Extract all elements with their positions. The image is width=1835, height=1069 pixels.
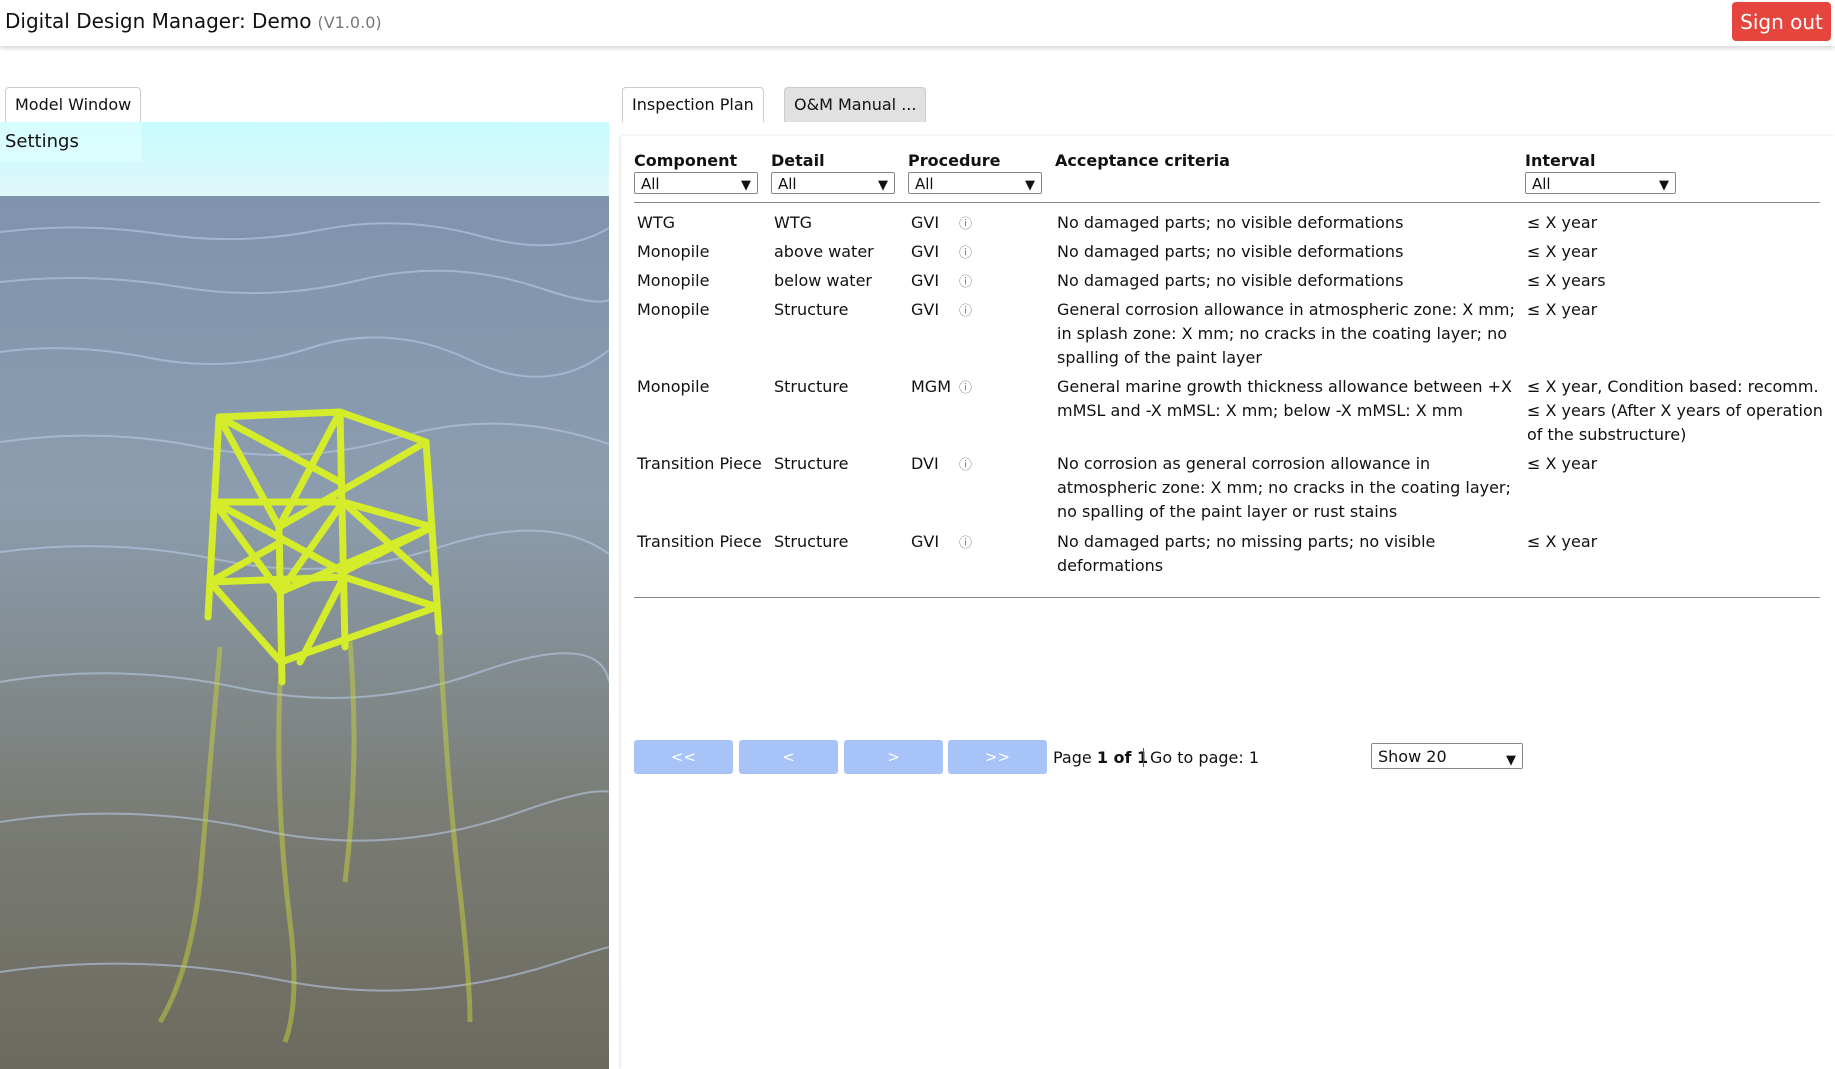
cell-acceptance: No damaged parts; no missing parts; no v… xyxy=(1057,532,1436,575)
app-version: (V1.0.0) xyxy=(317,13,382,32)
inspection-plan-panel: Component Detail Procedure Acceptance cr… xyxy=(621,136,1835,1069)
first-page-button[interactable]: << xyxy=(634,740,733,774)
tab-model-window[interactable]: Model Window xyxy=(5,87,142,122)
page-prefix: Page xyxy=(1053,748,1092,767)
filter-detail-value: All xyxy=(778,175,797,193)
cell-component: Monopile xyxy=(637,377,710,396)
cell-procedure: GVI xyxy=(911,242,940,261)
page-size-select[interactable]: Show 20 ▼ xyxy=(1371,743,1523,769)
cell-interval: ≤ X years xyxy=(1527,271,1606,290)
column-header-interval: Interval xyxy=(1525,151,1596,170)
cell-acceptance: General corrosion allowance in atmospher… xyxy=(1057,300,1515,367)
cell-interval: ≤ X year, Condition based: recomm. ≤ X y… xyxy=(1527,377,1823,444)
filter-procedure[interactable]: All ▼ xyxy=(908,172,1042,194)
info-icon[interactable]: ⓘ xyxy=(959,271,972,290)
cell-interval: ≤ X year xyxy=(1527,300,1598,319)
filter-detail[interactable]: All ▼ xyxy=(771,172,895,194)
cell-interval: ≤ X year xyxy=(1527,213,1598,232)
page-size-value: Show 20 xyxy=(1378,747,1447,766)
3d-scene xyxy=(0,122,609,1069)
filter-component[interactable]: All ▼ xyxy=(634,172,758,194)
page-indicator: Page 1 of 1 xyxy=(1053,748,1148,767)
column-header-component: Component xyxy=(634,151,738,170)
cell-detail: Structure xyxy=(774,454,849,473)
cell-component: Monopile xyxy=(637,271,710,290)
app-title-text: Digital Design Manager: Demo xyxy=(5,9,312,33)
app-title: Digital Design Manager: Demo (V1.0.0) xyxy=(5,9,382,33)
cell-procedure: GVI xyxy=(911,213,940,232)
cell-interval: ≤ X year xyxy=(1527,454,1598,473)
cell-procedure: DVI xyxy=(911,454,939,473)
cell-procedure: MGM xyxy=(911,377,952,396)
sign-out-button[interactable]: Sign out xyxy=(1732,2,1831,41)
model-viewport[interactable]: Settings xyxy=(0,122,609,1069)
table-bottom-divider xyxy=(634,597,1820,598)
cell-interval: ≤ X year xyxy=(1527,242,1598,261)
chevron-down-icon: ▼ xyxy=(878,178,888,193)
tab-inspection-plan[interactable]: Inspection Plan xyxy=(622,87,764,122)
sea-surface xyxy=(0,196,609,1069)
cell-component: Transition Piece xyxy=(637,532,762,551)
cell-acceptance: No corrosion as general corrosion allowa… xyxy=(1057,454,1511,521)
chevron-down-icon: ▼ xyxy=(1506,753,1516,768)
goto-page[interactable]: Go to page: 1 xyxy=(1143,748,1259,767)
info-icon[interactable]: ⓘ xyxy=(959,213,972,232)
cell-procedure: GVI xyxy=(911,532,940,551)
chevron-down-icon: ▼ xyxy=(741,178,751,193)
info-icon[interactable]: ⓘ xyxy=(959,454,972,473)
cell-component: Monopile xyxy=(637,242,710,261)
cell-acceptance: No damaged parts; no visible deformation… xyxy=(1057,213,1404,232)
column-header-procedure: Procedure xyxy=(908,151,1001,170)
info-icon[interactable]: ⓘ xyxy=(959,242,972,261)
info-icon[interactable]: ⓘ xyxy=(959,532,972,551)
chevron-down-icon: ▼ xyxy=(1025,178,1035,193)
next-page-button[interactable]: > xyxy=(844,740,943,774)
filter-interval[interactable]: All ▼ xyxy=(1525,172,1676,194)
cell-detail: Structure xyxy=(774,377,849,396)
chevron-down-icon: ▼ xyxy=(1659,178,1669,193)
cell-detail: WTG xyxy=(774,213,812,232)
cell-interval: ≤ X year xyxy=(1527,532,1598,551)
info-icon[interactable]: ⓘ xyxy=(959,377,972,396)
column-header-acceptance: Acceptance criteria xyxy=(1055,151,1230,170)
filter-procedure-value: All xyxy=(915,175,934,193)
header-divider xyxy=(634,202,1820,203)
cell-acceptance: General marine growth thickness allowanc… xyxy=(1057,377,1512,420)
cell-acceptance: No damaged parts; no visible deformation… xyxy=(1057,271,1404,290)
cell-component: Monopile xyxy=(637,300,710,319)
last-page-button[interactable]: >> xyxy=(948,740,1047,774)
cell-component: Transition Piece xyxy=(637,454,762,473)
info-icon[interactable]: ⓘ xyxy=(959,300,972,319)
cell-component: WTG xyxy=(637,213,675,232)
cell-acceptance: No damaged parts; no visible deformation… xyxy=(1057,242,1404,261)
cell-detail: below water xyxy=(774,271,872,290)
filter-component-value: All xyxy=(641,175,660,193)
filter-interval-value: All xyxy=(1532,175,1551,193)
cell-detail: above water xyxy=(774,242,874,261)
cell-detail: Structure xyxy=(774,532,849,551)
prev-page-button[interactable]: < xyxy=(739,740,838,774)
page-current: 1 of 1 xyxy=(1096,748,1149,767)
cell-procedure: GVI xyxy=(911,271,940,290)
column-header-detail: Detail xyxy=(771,151,825,170)
top-bar: Digital Design Manager: Demo (V1.0.0) Sig… xyxy=(0,0,1835,46)
cell-detail: Structure xyxy=(774,300,849,319)
tab-om-manual[interactable]: O&M Manual ... xyxy=(784,87,927,122)
cell-procedure: GVI xyxy=(911,300,940,319)
settings-button[interactable]: Settings xyxy=(0,122,142,162)
